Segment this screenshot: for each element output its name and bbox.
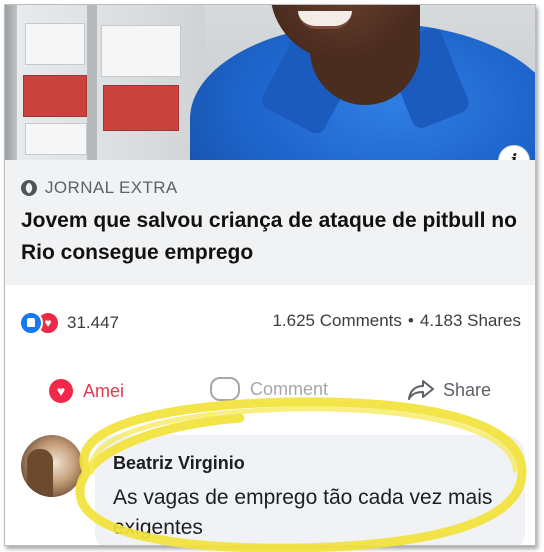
like-reaction-icon xyxy=(19,311,43,335)
commenter-avatar[interactable] xyxy=(21,435,83,497)
product-box xyxy=(25,123,87,155)
post-footer: 31.447 1.625 Comments • 4.183 Shares Ame… xyxy=(5,285,535,545)
share-button[interactable]: Share xyxy=(407,379,491,401)
comment-icon xyxy=(210,377,240,401)
product-box xyxy=(23,75,87,117)
love-button[interactable]: Amei xyxy=(49,379,124,403)
reactions-summary[interactable]: 31.447 xyxy=(19,311,119,335)
love-label: Amei xyxy=(83,380,125,401)
source-label: JORNAL EXTRA xyxy=(45,178,178,197)
link-preview-meta[interactable]: JORNAL EXTRA Jovem que salvou criança de… xyxy=(5,160,535,285)
product-box xyxy=(25,23,85,65)
stats-separator: • xyxy=(407,311,414,330)
compass-icon xyxy=(21,180,37,196)
source-row: JORNAL EXTRA xyxy=(21,178,178,198)
reaction-count: 31.447 xyxy=(67,313,119,332)
article-headline[interactable]: Jovem que salvou criança de ataque de pi… xyxy=(21,205,521,269)
comment-text: As vagas de emprego tão cada vez mais ex… xyxy=(113,486,493,539)
comments-count[interactable]: 1.625 Comments xyxy=(272,311,401,331)
engagement-stats: 1.625 Comments • 4.183 Shares xyxy=(272,311,521,331)
love-icon xyxy=(49,379,73,403)
comment-bubble: Beatriz Virginio As vagas de emprego tão… xyxy=(95,435,525,545)
comment-button[interactable]: Comment xyxy=(210,377,328,401)
share-icon xyxy=(408,380,434,400)
link-preview-image[interactable] xyxy=(5,5,535,160)
comment-author[interactable]: Beatriz Virginio xyxy=(113,453,245,474)
comment-label: Comment xyxy=(250,378,329,399)
product-box xyxy=(103,85,179,131)
shares-count[interactable]: 4.183 Shares xyxy=(420,311,521,331)
action-bar: Amei Comment Share xyxy=(5,373,535,413)
screenshot-frame: i JORNAL EXTRA Jovem que salvou criança … xyxy=(4,4,536,546)
product-box xyxy=(101,25,181,77)
share-label: Share xyxy=(443,379,492,400)
